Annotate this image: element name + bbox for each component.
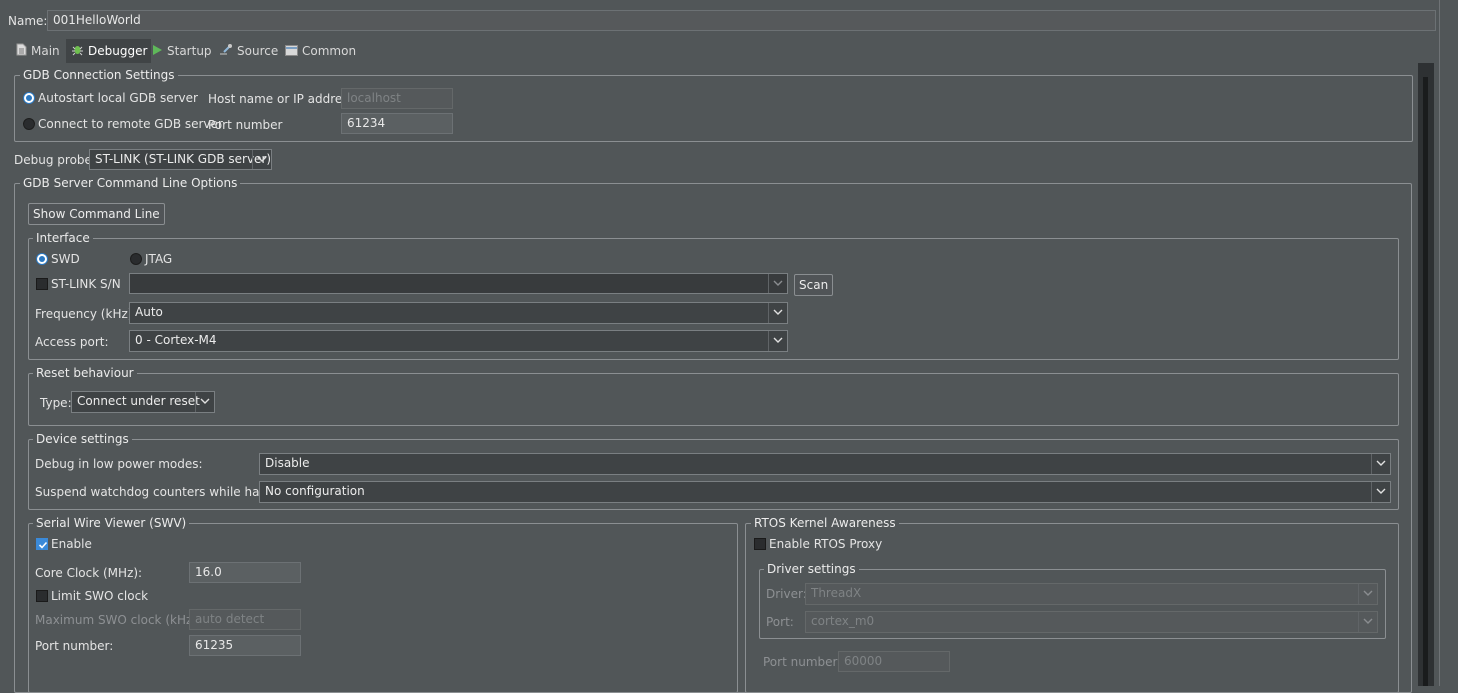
chevron-down-icon[interactable] [768,331,787,351]
port-input[interactable]: 61234 [341,113,453,134]
scan-button[interactable]: Scan [794,274,834,296]
core-clock-label: Core Clock (MHz): [35,566,143,580]
max-swo-input[interactable]: auto detect [189,609,301,630]
autostart-label: Autostart local GDB server [38,91,198,105]
chevron-down-icon[interactable] [1371,454,1390,474]
interface-title: Interface [33,231,93,245]
swv-title: Serial Wire Viewer (SWV) [33,516,190,530]
jtag-label: JTAG [145,252,173,266]
gdb-server-options-title: GDB Server Command Line Options [20,176,241,190]
rtos-title: RTOS Kernel Awareness [751,516,899,530]
watchdog-label: Suspend watchdog counters while halted: [35,485,287,499]
low-power-select[interactable]: Disable [259,453,1391,475]
swv-port-input[interactable]: 61235 [189,635,301,656]
watchdog-select[interactable]: No configuration [259,481,1391,503]
host-label: Host name or IP address [208,92,355,106]
swd-radio[interactable] [36,253,48,265]
tab-startup[interactable]: Startup [152,39,214,63]
scrollbar-thumb[interactable] [1423,77,1428,686]
bug-icon [71,40,84,64]
reset-group [28,373,1399,426]
debug-probe-select[interactable]: ST-LINK (ST-LINK GDB server) [89,149,272,170]
remote-radio[interactable] [23,118,35,130]
swv-group [28,523,738,693]
max-swo-label: Maximum SWO clock (kHz): [35,613,201,627]
access-port-select[interactable]: 0 - Cortex-M4 [129,330,788,352]
swd-label: SWD [51,252,80,266]
core-clock-input[interactable]: 16.0 [189,562,301,583]
autostart-radio[interactable] [23,92,35,104]
access-port-label: Access port: [35,335,109,349]
vertical-scrollbar[interactable] [1418,63,1434,686]
chevron-down-icon[interactable] [768,303,787,323]
common-icon [285,40,298,64]
tab-common[interactable]: Common [285,39,359,63]
chevron-down-icon[interactable] [768,274,787,293]
show-command-line-button[interactable]: Show Command Line [28,203,165,225]
chevron-down-icon[interactable] [252,150,271,169]
swv-port-label: Port number: [35,639,114,653]
port-label: Port number [208,118,283,132]
outer-border [1439,0,1440,686]
reset-title: Reset behaviour [33,366,137,380]
remote-label: Connect to remote GDB server [38,117,223,131]
name-label: Name: [8,14,48,28]
stlink-sn-checkbox[interactable] [36,278,48,290]
tab-debugger[interactable]: Debugger [66,39,151,63]
tab-main[interactable]: Main [10,39,70,63]
stlink-sn-select[interactable] [129,273,788,294]
rtos-port-select[interactable]: cortex_m0 [805,611,1378,633]
rtos-proxy-checkbox[interactable] [754,538,766,550]
reset-type-label: Type: [40,396,72,410]
swv-enable-label: Enable [51,537,92,551]
jtag-radio[interactable] [130,253,142,265]
limit-swo-checkbox[interactable] [36,590,48,602]
chevron-down-icon[interactable] [1358,612,1377,632]
stlink-sn-label: ST-LINK S/N [51,277,121,291]
main-doc-icon [16,40,27,64]
rtos-port-number-input[interactable]: 60000 [838,651,950,672]
device-settings-title: Device settings [33,432,132,446]
chevron-down-icon[interactable] [195,392,214,412]
play-icon [152,40,163,64]
debug-probe-label: Debug probe [14,153,92,167]
chevron-down-icon[interactable] [1358,584,1377,604]
source-icon [219,40,233,64]
chevron-down-icon[interactable] [1371,482,1390,502]
swv-enable-checkbox[interactable] [36,538,48,550]
rtos-proxy-label: Enable RTOS Proxy [769,537,883,551]
frequency-label: Frequency (kHz): [35,307,137,321]
low-power-label: Debug in low power modes: [35,457,203,471]
name-input[interactable]: 001HelloWorld [47,10,1436,31]
limit-swo-label: Limit SWO clock [51,589,149,603]
driver-settings-title: Driver settings [764,562,859,576]
rtos-port-label: Port: [766,615,794,629]
tab-source[interactable]: Source [219,39,279,63]
gdb-connection-title: GDB Connection Settings [20,68,178,82]
rtos-port-number-label: Port number: [763,655,842,669]
reset-type-select[interactable]: Connect under reset [71,391,215,413]
driver-label: Driver: [766,587,807,601]
host-input[interactable]: localhost [341,88,453,109]
driver-select[interactable]: ThreadX [805,583,1378,605]
frequency-select[interactable]: Auto [129,302,788,324]
